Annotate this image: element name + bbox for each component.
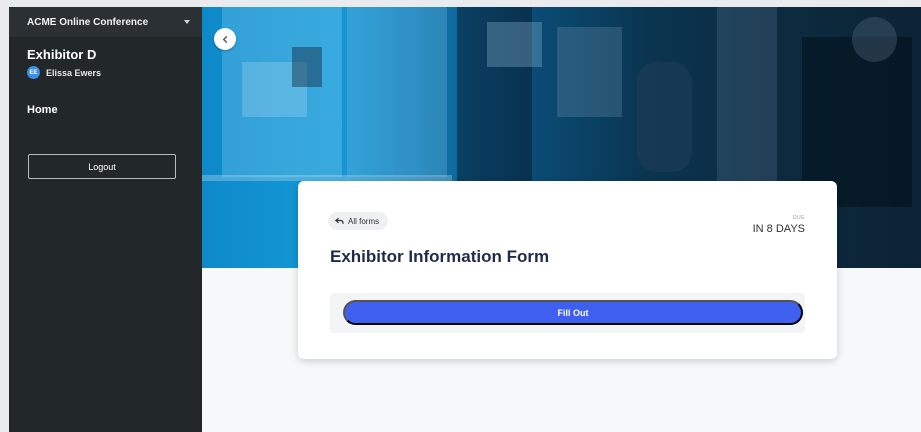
avatar: EE	[27, 66, 40, 79]
all-forms-link[interactable]: All forms	[328, 212, 389, 230]
app-frame: ACME Online Conference Exhibitor D EE El…	[9, 7, 921, 432]
sidebar: ACME Online Conference Exhibitor D EE El…	[9, 7, 202, 432]
fill-out-button[interactable]: Fill Out	[343, 300, 803, 325]
sidebar-item-home[interactable]: Home	[27, 104, 58, 116]
back-button[interactable]	[214, 28, 236, 50]
form-title: Exhibitor Information Form	[330, 247, 550, 266]
chevron-down-icon	[184, 20, 190, 24]
user-info: EE Elissa Ewers	[27, 66, 101, 79]
all-forms-label: All forms	[348, 216, 380, 226]
logout-button[interactable]: Logout	[28, 154, 176, 179]
conference-name: ACME Online Conference	[27, 16, 149, 28]
conference-selector[interactable]: ACME Online Conference	[9, 7, 202, 37]
due-value: IN 8 DAYS	[752, 223, 805, 235]
main-content: All forms DUE IN 8 DAYS Exhibitor Inform…	[202, 7, 921, 432]
due-label: DUE	[792, 215, 805, 221]
user-name: Elissa Ewers	[46, 67, 102, 78]
fill-out-container: Fill Out	[330, 293, 805, 333]
arrow-back-icon	[335, 217, 344, 224]
chevron-left-icon	[222, 35, 227, 43]
form-card: All forms DUE IN 8 DAYS Exhibitor Inform…	[298, 181, 837, 359]
exhibitor-name: Exhibitor D	[27, 47, 97, 62]
